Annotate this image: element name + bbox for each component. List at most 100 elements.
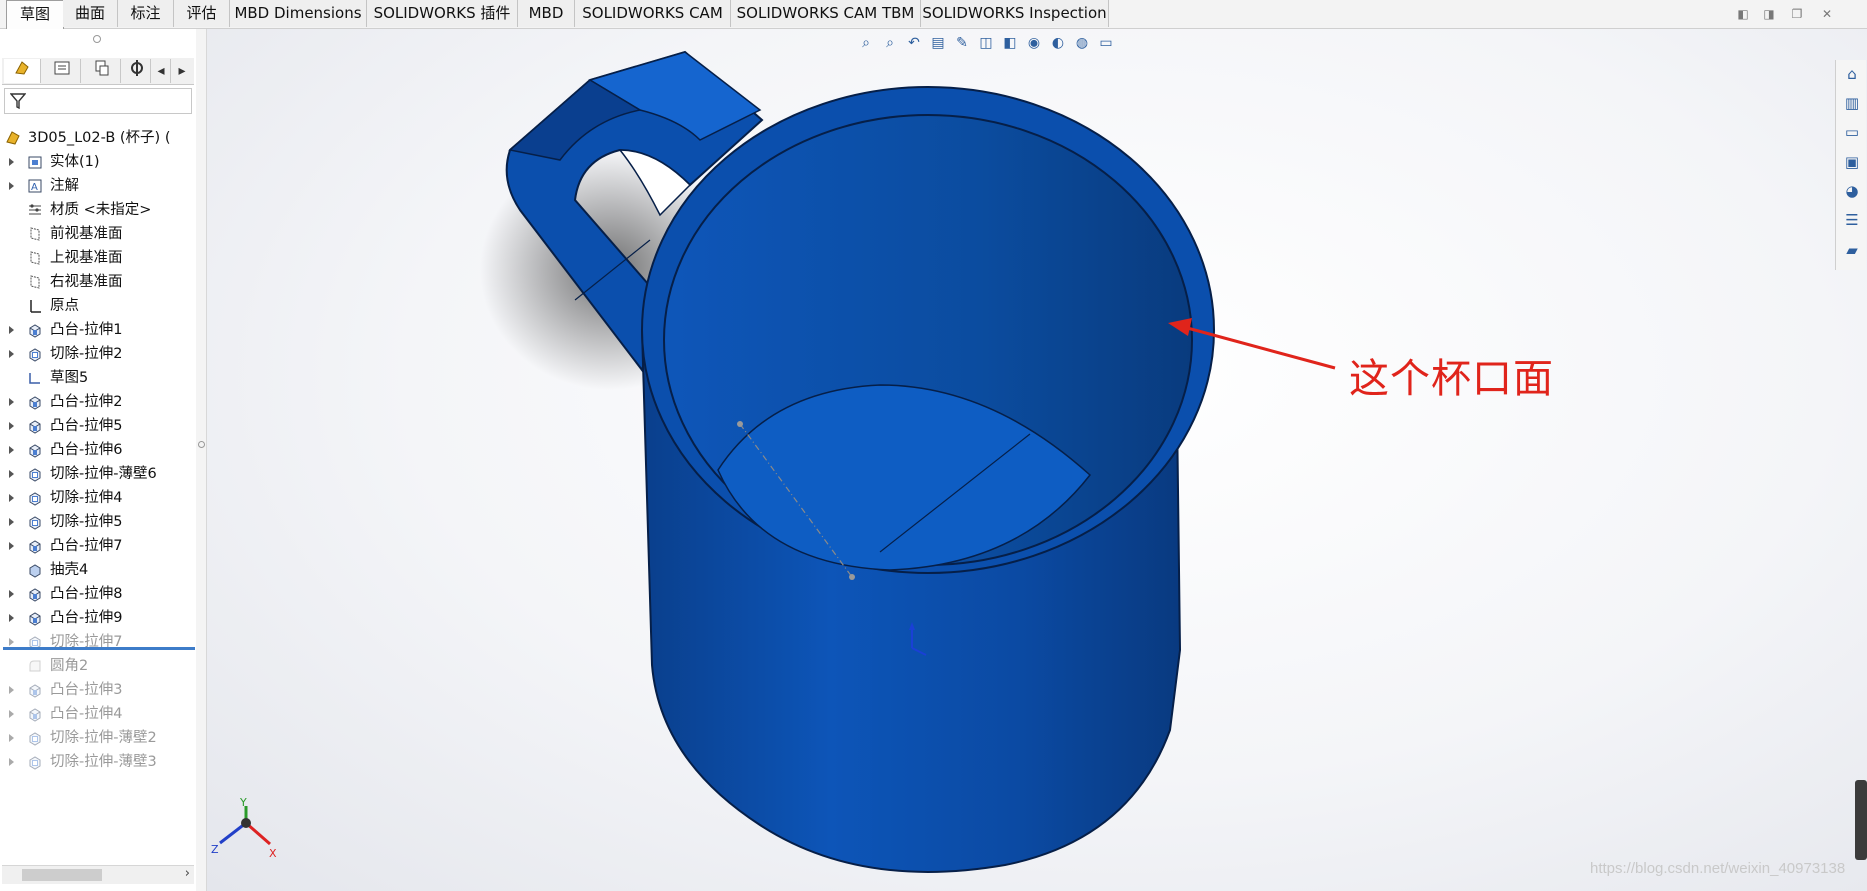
tab-sketch[interactable]: 草图: [6, 0, 64, 29]
tree-item-label: 切除-拉伸4: [50, 490, 123, 506]
tab-solidworks-cam[interactable]: SOLIDWORKS CAM: [575, 0, 731, 27]
cut-extrude-icon: [29, 756, 41, 770]
expand-arrow-icon[interactable]: [9, 326, 14, 334]
section-view-icon[interactable]: ▤: [927, 33, 949, 53]
solidworks-resources-icon[interactable]: ⌂: [1842, 64, 1862, 84]
tab-mbd[interactable]: MBD: [518, 0, 575, 27]
tab-evaluate[interactable]: 评估: [174, 0, 230, 27]
tab-scroll-right-icon[interactable]: ▸: [172, 59, 192, 83]
edit-appearance-icon[interactable]: ◐: [1047, 33, 1069, 53]
graphics-area[interactable]: Y X Z: [207, 29, 1867, 891]
tab-markup[interactable]: 标注: [118, 0, 174, 27]
triad-z-label: Z: [211, 843, 219, 856]
tree-item-label: 材质 <未指定>: [50, 202, 152, 218]
view-settings-icon[interactable]: ▭: [1095, 33, 1117, 53]
custom-properties-icon[interactable]: ☰: [1842, 210, 1862, 230]
tree-item-label: 抽壳4: [50, 562, 89, 578]
triad-y-label: Y: [239, 796, 247, 809]
feature-manager-panel: ◂ ▸ 3D05_L02-B (杯子) ( 实体(1) A 注解 材质 <未指定> 前视…: [0, 29, 197, 891]
restore-window-icon[interactable]: ❐: [1790, 7, 1804, 21]
design-library-icon[interactable]: ▥: [1842, 93, 1862, 113]
previous-view-icon[interactable]: ↶: [903, 33, 925, 53]
expand-arrow-icon[interactable]: [9, 158, 14, 166]
cut-extrude-icon: [29, 348, 41, 362]
annotation-callout-text: 这个杯口面: [1349, 356, 1554, 402]
tree-item-label: 切除-拉伸2: [50, 346, 123, 362]
expand-arrow-icon[interactable]: [9, 182, 14, 190]
tree-item-label: 凸台-拉伸4: [50, 706, 123, 722]
restore-right-icon[interactable]: ◨: [1762, 7, 1776, 21]
expand-arrow-icon[interactable]: [9, 686, 14, 694]
filter-icon: [10, 93, 26, 110]
restore-left-icon[interactable]: ◧: [1736, 7, 1750, 21]
model-view[interactable]: Y X Z: [207, 29, 1867, 891]
appearances-icon[interactable]: ◕: [1842, 181, 1862, 201]
tree-root-label: 3D05_L02-B (杯子) (: [28, 130, 171, 146]
tree-item-label: 凸台-拉伸3: [50, 682, 123, 698]
expand-arrow-icon[interactable]: [9, 710, 14, 718]
expand-arrow-icon[interactable]: [9, 422, 14, 430]
dimxpert-tab-icon[interactable]: [124, 59, 151, 83]
close-icon[interactable]: ✕: [1820, 7, 1834, 21]
tree-item-label: 切除-拉伸-薄壁2: [50, 730, 157, 746]
expand-arrow-icon[interactable]: [9, 590, 14, 598]
material-icon: [29, 204, 41, 215]
tree-item-label: 右视基准面: [50, 274, 123, 290]
origin-icon: [30, 300, 41, 313]
scroll-right-icon[interactable]: ›: [185, 866, 190, 881]
tab-mbd-dimensions[interactable]: MBD Dimensions: [230, 0, 367, 27]
expand-arrow-icon[interactable]: [9, 542, 14, 550]
plane-icon: [30, 275, 40, 289]
boss-extrude-icon: [29, 684, 41, 698]
fillet-icon: [29, 660, 41, 672]
tree-item-label: 凸台-拉伸6: [50, 442, 123, 458]
expand-arrow-icon[interactable]: [9, 734, 14, 742]
feature-manager-tab-icon[interactable]: [4, 59, 41, 83]
expand-arrow-icon[interactable]: [9, 398, 14, 406]
tree-item-label: 原点: [50, 298, 79, 314]
boss-extrude-icon: [29, 588, 41, 602]
tree-filter[interactable]: [4, 88, 192, 114]
hide-show-icon[interactable]: ◉: [1023, 33, 1045, 53]
tree-item-label: 凸台-拉伸1: [50, 322, 123, 338]
property-manager-tab-icon[interactable]: [44, 59, 81, 83]
expand-arrow-icon[interactable]: [9, 446, 14, 454]
tab-solidworks-addins[interactable]: SOLIDWORKS 插件: [367, 0, 518, 27]
zoom-to-fit-icon[interactable]: ⌕: [855, 33, 877, 53]
mug-body[interactable]: [640, 86, 1215, 873]
horizontal-scrollbar[interactable]: ›: [2, 865, 194, 884]
apply-scene-icon[interactable]: ◍: [1071, 33, 1093, 53]
view-triad[interactable]: Y X Z: [211, 796, 277, 860]
cut-extrude-icon: [29, 516, 41, 530]
tab-solidworks-inspection[interactable]: SOLIDWORKS Inspection: [921, 0, 1109, 27]
expand-arrow-icon[interactable]: [9, 614, 14, 622]
zoom-to-area-icon[interactable]: ⌕: [879, 33, 901, 53]
scrollbar-thumb[interactable]: [22, 869, 102, 881]
tab-surfaces[interactable]: 曲面: [63, 0, 118, 27]
expand-arrow-icon[interactable]: [9, 518, 14, 526]
rollback-bar[interactable]: [3, 647, 195, 650]
file-explorer-icon[interactable]: ▭: [1842, 122, 1862, 142]
panel-tabs: ◂ ▸: [2, 58, 194, 85]
configuration-manager-tab-icon[interactable]: [84, 59, 121, 83]
boss-extrude-icon: [29, 324, 41, 338]
expand-arrow-icon[interactable]: [9, 758, 14, 766]
panel-splitter[interactable]: [196, 29, 207, 891]
tab-solidworks-cam-tbm[interactable]: SOLIDWORKS CAM TBM: [731, 0, 921, 27]
boss-extrude-icon: [29, 612, 41, 626]
cut-extrude-icon: [29, 468, 41, 482]
expand-arrow-icon[interactable]: [9, 494, 14, 502]
view-orientation-icon[interactable]: ◫: [975, 33, 997, 53]
expand-arrow-icon[interactable]: [9, 350, 14, 358]
view-palette-icon[interactable]: ▣: [1842, 152, 1862, 172]
tab-scroll-left-icon[interactable]: ◂: [152, 59, 171, 83]
expand-arrow-icon[interactable]: [9, 638, 14, 646]
forum-icon[interactable]: ▰: [1842, 240, 1862, 260]
dynamic-annotation-icon[interactable]: ✎: [951, 33, 973, 53]
display-style-icon[interactable]: ◧: [999, 33, 1021, 53]
boss-extrude-icon: [29, 708, 41, 722]
splitter-grip-icon[interactable]: [198, 441, 205, 448]
expand-arrow-icon[interactable]: [9, 470, 14, 478]
panel-grip-icon[interactable]: [93, 35, 101, 43]
tree-item-label: 上视基准面: [50, 250, 123, 266]
